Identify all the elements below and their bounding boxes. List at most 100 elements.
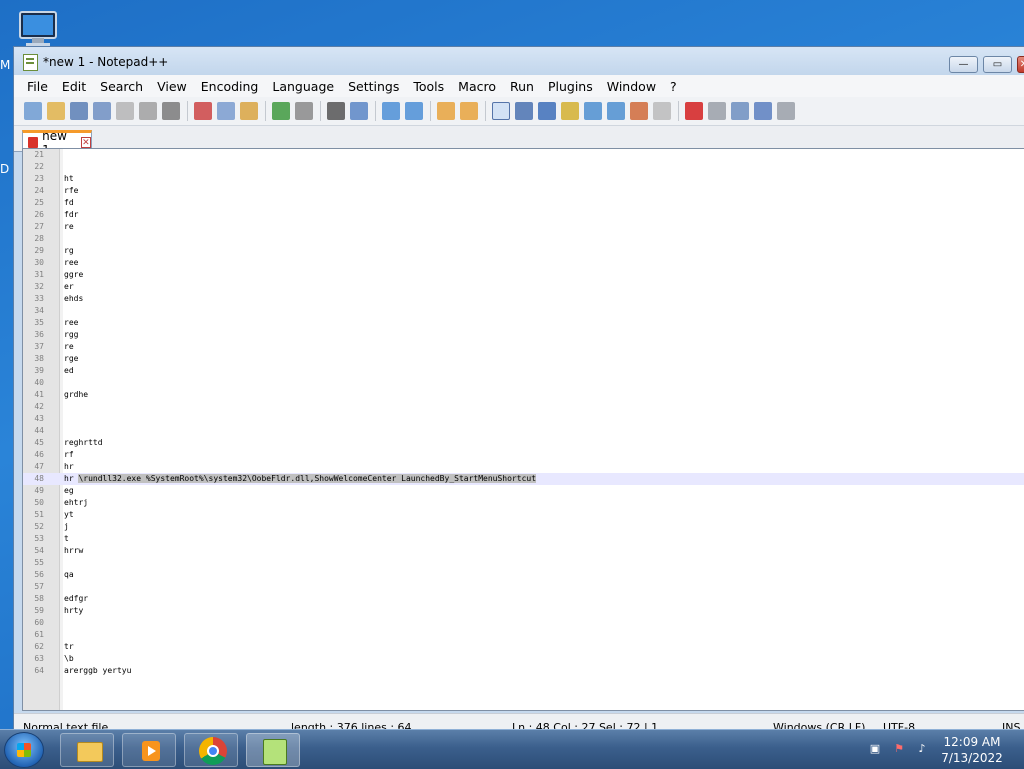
function-list-icon[interactable] bbox=[607, 102, 625, 120]
network-icon[interactable]: ▣ bbox=[868, 742, 882, 756]
editor-line[interactable]: 51 yt bbox=[23, 509, 1024, 521]
line-text[interactable]: ehds bbox=[64, 293, 83, 305]
print-icon[interactable] bbox=[162, 102, 180, 120]
editor-line[interactable]: 30 ree bbox=[23, 257, 1024, 269]
menu-run[interactable]: Run bbox=[503, 79, 541, 94]
editor-line[interactable]: 43 bbox=[23, 413, 1024, 425]
editor-line[interactable]: 38 rge bbox=[23, 353, 1024, 365]
folder-as-workspace-icon[interactable] bbox=[630, 102, 648, 120]
save-icon[interactable] bbox=[70, 102, 88, 120]
editor-line[interactable]: 55 bbox=[23, 557, 1024, 569]
stop-macro-icon[interactable] bbox=[708, 102, 726, 120]
editor-line[interactable]: 31 ggre bbox=[23, 269, 1024, 281]
line-text[interactable]: rfe bbox=[64, 185, 78, 197]
line-text[interactable]: ehtrj bbox=[64, 497, 88, 509]
line-text[interactable]: grdhe bbox=[64, 389, 88, 401]
user-defined-language-icon[interactable] bbox=[561, 102, 579, 120]
editor-line[interactable]: 49 eg bbox=[23, 485, 1024, 497]
line-text[interactable]: re bbox=[64, 341, 74, 353]
editor-line[interactable]: 39 ed bbox=[23, 365, 1024, 377]
menu-plugins[interactable]: Plugins bbox=[541, 79, 600, 94]
menu-encoding[interactable]: Encoding bbox=[194, 79, 266, 94]
run-macro-multiple-icon[interactable] bbox=[754, 102, 772, 120]
save-all-icon[interactable] bbox=[93, 102, 111, 120]
redo-icon[interactable] bbox=[295, 102, 313, 120]
menu-tools[interactable]: Tools bbox=[406, 79, 451, 94]
menu-window[interactable]: Window bbox=[600, 79, 663, 94]
taskbar-media-player[interactable] bbox=[122, 733, 176, 767]
editor-line[interactable]: 34 bbox=[23, 305, 1024, 317]
editor-line[interactable]: 41 grdhe bbox=[23, 389, 1024, 401]
record-macro-icon[interactable] bbox=[685, 102, 703, 120]
editor-line[interactable]: 27 re bbox=[23, 221, 1024, 233]
zoom-out-icon[interactable] bbox=[405, 102, 423, 120]
editor-line[interactable]: 50 ehtrj bbox=[23, 497, 1024, 509]
menu-help[interactable]: ? bbox=[663, 79, 684, 94]
monitoring-icon[interactable] bbox=[653, 102, 671, 120]
replace-icon[interactable] bbox=[350, 102, 368, 120]
line-text[interactable]: rf bbox=[64, 449, 74, 461]
text-editor[interactable]: 21 22 23 ht 24 rfe 25 fd 26 fdr 27 re 28 29 rg 30 ree 31 g… bbox=[22, 148, 1024, 711]
line-text[interactable]: hr \rundll32.exe %SystemRoot%\system32\O… bbox=[64, 473, 537, 485]
editor-line[interactable]: 46 rf bbox=[23, 449, 1024, 461]
editor-line[interactable]: 63 \b bbox=[23, 653, 1024, 665]
editor-line[interactable]: 26 fdr bbox=[23, 209, 1024, 221]
editor-line[interactable]: 61 bbox=[23, 629, 1024, 641]
editor-line[interactable]: 59 hrty bbox=[23, 605, 1024, 617]
editor-line[interactable]: 25 fd bbox=[23, 197, 1024, 209]
close-button[interactable]: ✕ bbox=[1017, 56, 1024, 73]
menu-file[interactable]: File bbox=[20, 79, 55, 94]
editor-line[interactable]: 64 arerggb yertyu bbox=[23, 665, 1024, 677]
line-text[interactable]: hrty bbox=[64, 605, 83, 617]
open-file-icon[interactable] bbox=[47, 102, 65, 120]
taskbar-chrome[interactable] bbox=[184, 733, 238, 767]
system-clock[interactable]: 12:09 AM 7/13/2022 bbox=[935, 734, 1009, 766]
line-text[interactable]: fd bbox=[64, 197, 74, 209]
taskbar-notepadpp[interactable] bbox=[246, 733, 300, 767]
save-macro-icon[interactable] bbox=[777, 102, 795, 120]
editor-line[interactable]: 37 re bbox=[23, 341, 1024, 353]
line-text[interactable]: edfgr bbox=[64, 593, 88, 605]
editor-line[interactable]: 32 er bbox=[23, 281, 1024, 293]
editor-line[interactable]: 22 bbox=[23, 161, 1024, 173]
taskbar-explorer[interactable] bbox=[60, 733, 114, 767]
word-wrap-icon[interactable] bbox=[492, 102, 510, 120]
editor-line[interactable]: 40 bbox=[23, 377, 1024, 389]
title-bar[interactable]: *new 1 - Notepad++ — ▭ ✕ bbox=[14, 47, 1024, 75]
new-file-icon[interactable] bbox=[24, 102, 42, 120]
line-text[interactable]: tr bbox=[64, 641, 74, 653]
copy-icon[interactable] bbox=[217, 102, 235, 120]
menu-settings[interactable]: Settings bbox=[341, 79, 406, 94]
editor-line[interactable]: 57 bbox=[23, 581, 1024, 593]
computer-desktop-icon[interactable] bbox=[14, 10, 62, 50]
editor-line[interactable]: 62 tr bbox=[23, 641, 1024, 653]
close-all-icon[interactable] bbox=[139, 102, 157, 120]
paste-icon[interactable] bbox=[240, 102, 258, 120]
start-button[interactable] bbox=[4, 732, 44, 768]
editor-line[interactable]: 54 hrrw bbox=[23, 545, 1024, 557]
editor-line[interactable]: 53 t bbox=[23, 533, 1024, 545]
line-text[interactable]: qa bbox=[64, 569, 74, 581]
line-text[interactable]: t bbox=[64, 533, 69, 545]
editor-line[interactable]: 52 j bbox=[23, 521, 1024, 533]
editor-line[interactable]: 45 reghrttd bbox=[23, 437, 1024, 449]
line-text[interactable]: rge bbox=[64, 353, 78, 365]
editor-line[interactable]: 42 bbox=[23, 401, 1024, 413]
editor-line[interactable]: 28 bbox=[23, 233, 1024, 245]
line-text[interactable]: j bbox=[64, 521, 69, 533]
selected-text[interactable]: \rundll32.exe %SystemRoot%\system32\Oobe… bbox=[78, 474, 537, 483]
line-text[interactable]: ht bbox=[64, 173, 74, 185]
line-text[interactable]: er bbox=[64, 281, 74, 293]
editor-line[interactable]: 56 qa bbox=[23, 569, 1024, 581]
menu-edit[interactable]: Edit bbox=[55, 79, 93, 94]
editor-line[interactable]: 58 edfgr bbox=[23, 593, 1024, 605]
line-text[interactable]: ree bbox=[64, 257, 78, 269]
cut-icon[interactable] bbox=[194, 102, 212, 120]
line-text[interactable]: arerggb yertyu bbox=[64, 665, 131, 677]
menu-search[interactable]: Search bbox=[93, 79, 150, 94]
editor-line[interactable]: 21 bbox=[23, 149, 1024, 161]
volume-icon[interactable]: ♪ bbox=[915, 742, 929, 756]
editor-line[interactable]: 60 bbox=[23, 617, 1024, 629]
notepadpp-app-icon[interactable] bbox=[23, 54, 38, 71]
editor-line[interactable]: 44 bbox=[23, 425, 1024, 437]
